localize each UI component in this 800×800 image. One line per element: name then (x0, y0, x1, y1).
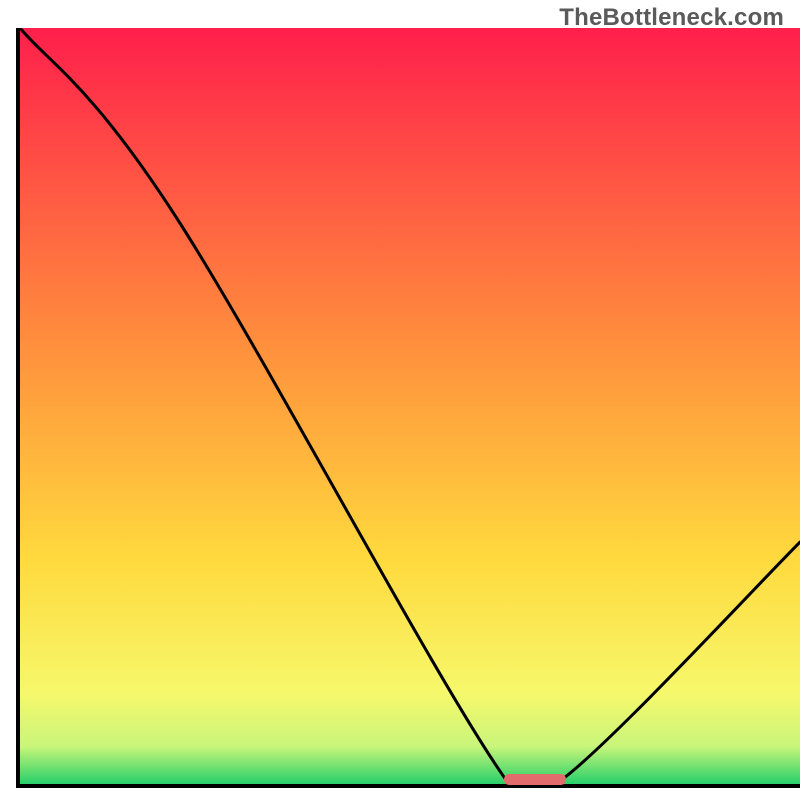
bottleneck-curve (20, 28, 800, 784)
bottleneck-chart: TheBottleneck.com (0, 0, 800, 800)
optimal-range-marker (504, 774, 566, 785)
plot-area (16, 28, 800, 788)
plot-inner (20, 28, 800, 784)
